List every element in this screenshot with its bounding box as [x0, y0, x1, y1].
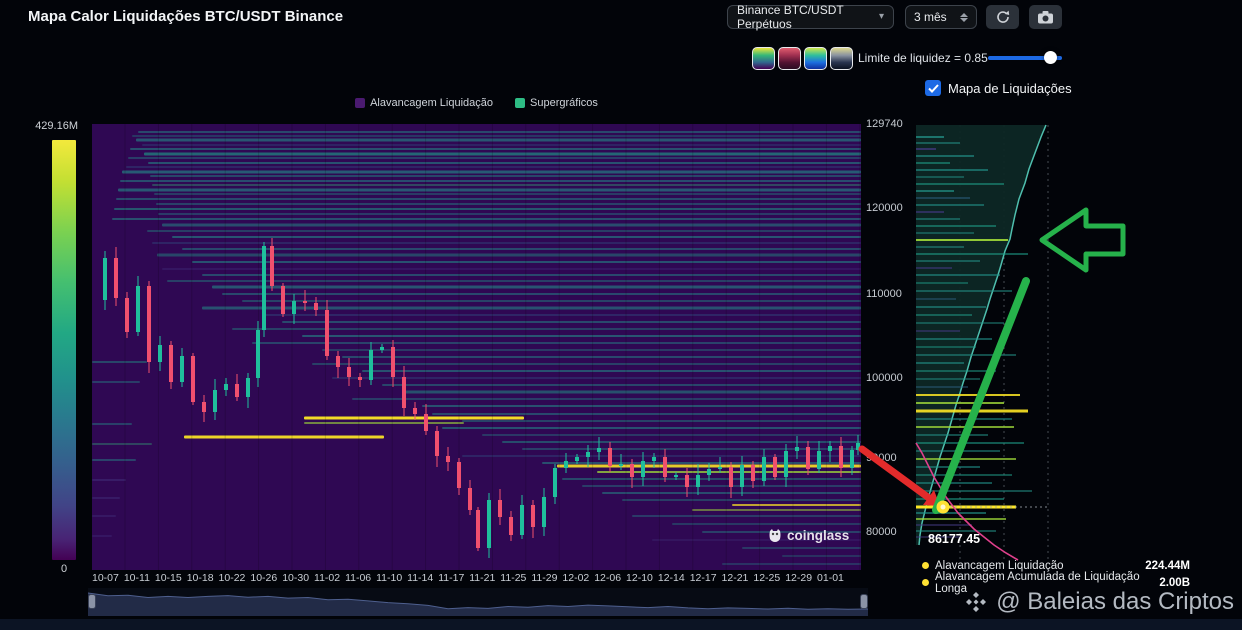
coinglass-owl-icon	[768, 528, 782, 543]
x-axis-label: 10-11	[124, 572, 150, 584]
liquidation-depth-chart[interactable]	[850, 118, 1142, 565]
colorbar-min-label: 0	[52, 563, 76, 575]
x-axis-label: 12-14	[658, 572, 685, 584]
refresh-button[interactable]	[986, 5, 1019, 29]
palette-swatch-4[interactable]	[830, 47, 853, 70]
chevron-down-icon: ▾	[879, 12, 884, 22]
x-axis-label: 11-02	[314, 572, 340, 584]
camera-icon	[1037, 10, 1054, 25]
x-axis-label: 10-30	[282, 572, 309, 584]
current-price-label: 86177.45	[928, 532, 980, 546]
legend-swatch	[515, 98, 525, 108]
legend-item[interactable]: Alavancagem Liquidação	[355, 97, 493, 109]
legend-dot-icon	[922, 579, 929, 586]
x-axis-label: 12-10	[626, 572, 653, 584]
x-axis-label: 12-06	[594, 572, 621, 584]
liquidation-heatmap-chart[interactable]	[92, 124, 861, 570]
period-select[interactable]: 3 mês	[905, 5, 977, 29]
check-icon	[928, 84, 939, 93]
x-axis-label: 10-15	[155, 572, 182, 584]
palette-swatch-3[interactable]	[804, 47, 827, 70]
x-axis-label: 12-02	[562, 572, 589, 584]
channel-watermark-text: @ Baleias das Criptos	[996, 588, 1234, 616]
x-axis-label: 12-25	[753, 572, 780, 584]
x-axis-label: 10-22	[219, 572, 246, 584]
x-axis-label: 10-18	[187, 572, 214, 584]
depth-chart-legend: Alavancagem Liquidação224.44MAlavancagem…	[922, 557, 1190, 591]
pair-select[interactable]: Binance BTC/USDT Perpétuos ▾	[727, 5, 894, 29]
channel-watermark: @ Baleias das Criptos	[964, 588, 1234, 616]
legend-item[interactable]: Supergráficos	[515, 97, 598, 109]
time-range-navigator[interactable]	[88, 588, 868, 616]
liquidation-map-checkbox-label: Mapa de Liquidações	[948, 81, 1072, 96]
x-axis-label: 11-21	[469, 572, 495, 584]
camera-button[interactable]	[1029, 5, 1062, 29]
depth-legend-value: 2.00B	[1159, 577, 1190, 589]
colorbar	[52, 140, 76, 560]
refresh-icon	[995, 9, 1011, 25]
legend-label: Supergráficos	[530, 97, 598, 109]
coinglass-watermark: coinglass	[768, 528, 849, 543]
stepper-icon[interactable]	[960, 13, 968, 22]
navigator-right-handle[interactable]	[860, 594, 868, 609]
x-axis-label: 11-14	[407, 572, 433, 584]
pair-select-value: Binance BTC/USDT Perpétuos	[737, 3, 879, 31]
liquidation-map-checkbox[interactable]	[925, 80, 941, 96]
slider-thumb[interactable]	[1044, 51, 1057, 64]
x-axis-label: 10-26	[250, 572, 277, 584]
legend-dot-icon	[922, 562, 929, 569]
x-axis-label: 10-07	[92, 572, 119, 584]
colorbar-max-label: 429.16M	[22, 120, 78, 132]
liquidity-threshold-label: Limite de liquidez = 0.85	[858, 51, 988, 65]
main-chart-legend: Alavancagem Liquidação Supergráficos	[92, 97, 861, 109]
liquidation-heatmap-app: Mapa Calor Liquidações BTC/USDT Binance …	[0, 0, 1242, 630]
x-axis-label: 12-29	[785, 572, 812, 584]
coinglass-watermark-text: coinglass	[787, 528, 849, 543]
page-title: Mapa Calor Liquidações BTC/USDT Binance	[28, 8, 343, 25]
x-axis-label: 11-29	[531, 572, 557, 584]
x-axis-label: 11-25	[500, 572, 526, 584]
x-axis-label: 12-17	[690, 572, 717, 584]
palette-swatch-1[interactable]	[752, 47, 775, 70]
legend-swatch	[355, 98, 365, 108]
x-axis-labels: 10-07 10-11 10-15 10-18 10-22 10-26 10-30 11-02…	[92, 572, 844, 584]
x-axis-label: 11-06	[345, 572, 371, 584]
footer-bar	[0, 619, 1242, 630]
x-axis-label: 11-10	[376, 572, 402, 584]
period-value: 3 mês	[914, 10, 947, 24]
palette-swatch-2[interactable]	[778, 47, 801, 70]
x-axis-label: 12-21	[722, 572, 749, 584]
liquidity-slider[interactable]	[988, 56, 1062, 60]
legend-label: Alavancagem Liquidação	[370, 97, 493, 109]
x-axis-label: 11-17	[438, 572, 464, 584]
binance-logo-icon	[964, 590, 988, 614]
navigator-left-handle[interactable]	[88, 594, 96, 609]
x-axis-label: 01-01	[817, 572, 844, 584]
